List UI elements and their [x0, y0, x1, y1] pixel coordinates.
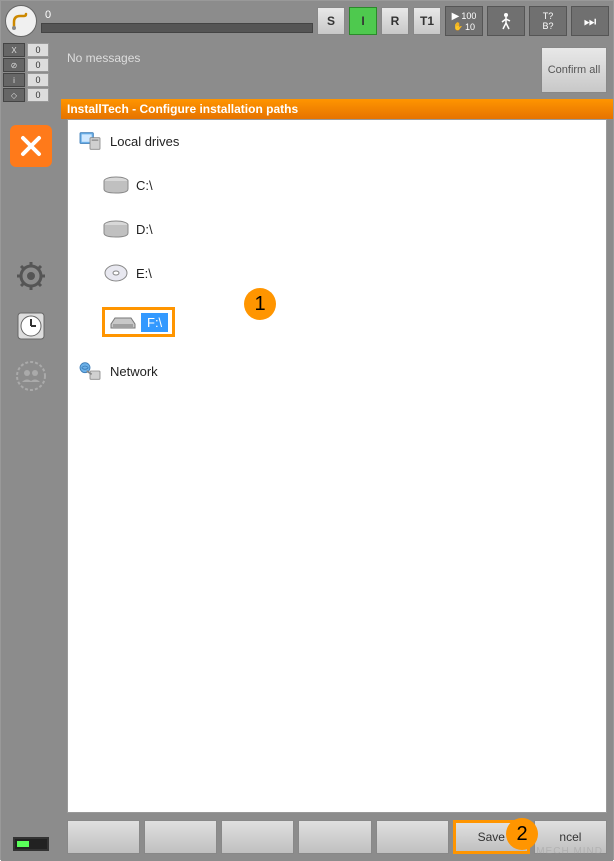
- speed-area: 0: [41, 9, 313, 33]
- speed-value: 0: [41, 9, 313, 21]
- status-diamond-icon: ◇: [3, 88, 25, 102]
- drive-c[interactable]: C:\: [102, 172, 598, 198]
- run-icon[interactable]: [487, 6, 525, 36]
- main-area: No messages Confirm all InstallTech - Co…: [61, 41, 613, 861]
- status-x-val: 0: [27, 43, 49, 57]
- battery-icon: [13, 837, 49, 851]
- status-x-icon: X: [3, 43, 25, 57]
- hdd-icon: [102, 219, 130, 239]
- drive-f-selected[interactable]: F:\: [102, 304, 598, 340]
- tree-network-label: Network: [110, 364, 158, 379]
- status-info-val: 0: [27, 73, 49, 87]
- bottom-btn-4[interactable]: [298, 820, 371, 854]
- cd-icon: [102, 263, 130, 283]
- computer-icon: [76, 131, 104, 151]
- tree-panel: Local drives C:\ D:\ E:\: [67, 119, 607, 813]
- users-icon[interactable]: [12, 357, 50, 395]
- bottom-btn-1[interactable]: [67, 820, 140, 854]
- speed-rate-button[interactable]: ▶100 ✋10: [445, 6, 483, 36]
- message-area: No messages Confirm all: [61, 41, 613, 99]
- callout-2: 2: [506, 818, 538, 850]
- mode-r-button[interactable]: R: [381, 7, 409, 35]
- drive-f-label: F:\: [141, 313, 168, 332]
- drive-c-label: C:\: [136, 178, 153, 193]
- bottom-btn-5[interactable]: [376, 820, 449, 854]
- t-top: T?: [543, 11, 554, 21]
- status-warn-val: 0: [27, 58, 49, 72]
- window-title: InstallTech - Configure installation pat…: [61, 99, 613, 119]
- mode-s-button[interactable]: S: [317, 7, 345, 35]
- message-text: No messages: [67, 47, 535, 65]
- robot-icon[interactable]: [5, 5, 37, 37]
- tree-network[interactable]: Network: [76, 358, 598, 384]
- rate-bottom: 10: [465, 22, 475, 32]
- speed-bar[interactable]: [41, 23, 313, 33]
- close-button[interactable]: [10, 125, 52, 167]
- drive-e-label: E:\: [136, 266, 152, 281]
- drive-e[interactable]: E:\: [102, 260, 598, 286]
- t-bottom: B?: [542, 21, 553, 31]
- skip-icon[interactable]: ⏭: [571, 6, 609, 36]
- tool-icon[interactable]: T? B?: [529, 6, 567, 36]
- rate-top: 100: [461, 11, 476, 21]
- drive-d-label: D:\: [136, 222, 153, 237]
- mode-i-button[interactable]: I: [349, 7, 377, 35]
- tree-local-label: Local drives: [110, 134, 179, 149]
- status-info-icon: i: [3, 73, 25, 87]
- drive-d[interactable]: D:\: [102, 216, 598, 242]
- clock-icon[interactable]: [12, 307, 50, 345]
- network-icon: [76, 361, 104, 381]
- tree-local-drives[interactable]: Local drives: [76, 128, 598, 154]
- left-sidebar: X0 ⊘0 i0 ◇0: [1, 41, 61, 861]
- gear-icon[interactable]: [12, 257, 50, 295]
- status-indicators: X0 ⊘0 i0 ◇0: [1, 41, 61, 105]
- top-toolbar: 0 S I R T1 ▶100 ✋10 T? B? ⏭: [1, 1, 613, 41]
- hdd-icon: [102, 175, 130, 195]
- status-warn-icon: ⊘: [3, 58, 25, 72]
- mode-t1-button[interactable]: T1: [413, 7, 441, 35]
- callout-1: 1: [244, 288, 276, 320]
- status-diamond-val: 0: [27, 88, 49, 102]
- confirm-all-button[interactable]: Confirm all: [541, 47, 607, 93]
- removable-icon: [109, 312, 137, 332]
- bottom-btn-2[interactable]: [144, 820, 217, 854]
- cancel-button[interactable]: ncel: [534, 820, 607, 854]
- bottom-btn-3[interactable]: [221, 820, 294, 854]
